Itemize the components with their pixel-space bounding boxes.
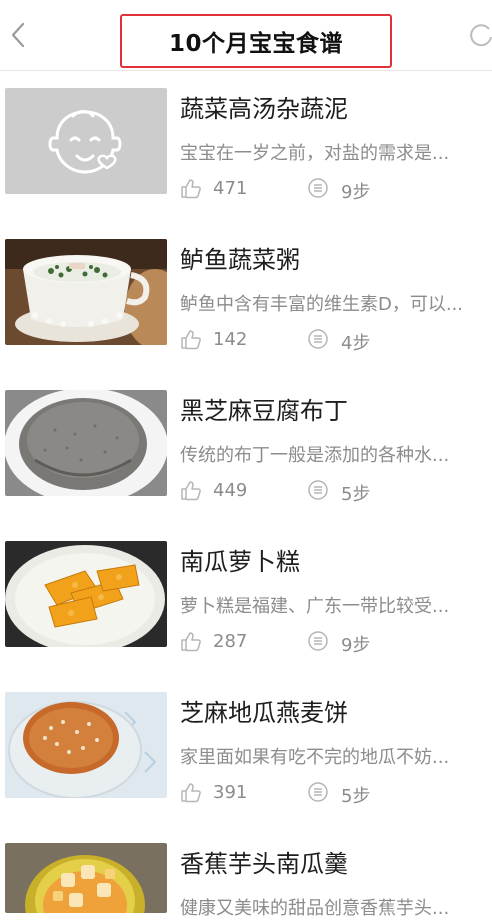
thumbs-up-icon	[181, 330, 201, 350]
refresh-icon[interactable]	[469, 23, 492, 47]
steps-count: 4步	[341, 333, 371, 354]
recipe-item[interactable]: 香蕉芋头南瓜羹 健康又美味的甜品创意香蕉芋头...	[0, 826, 492, 919]
recipe-item[interactable]: 黑芝麻豆腐布丁 传统的布丁一般是添加的各种水... 449 5步	[0, 373, 492, 524]
recipe-title: 蔬菜高汤杂蔬泥	[180, 95, 348, 123]
like-count: 142	[213, 329, 248, 350]
like-count: 391	[213, 782, 248, 803]
recipe-description: 宝宝在一岁之前，对盐的需求是...	[180, 143, 450, 164]
recipe-item[interactable]: 南瓜萝卜糕 萝卜糕是福建、广东一带比较受... 287 9步	[0, 524, 492, 675]
baby-face-icon	[5, 88, 167, 194]
recipe-title: 香蕉芋头南瓜羹	[180, 850, 348, 878]
recipe-image	[5, 390, 167, 496]
recipe-item[interactable]: 芝麻地瓜燕麦饼 家里面如果有吃不完的地瓜不妨... 391 5步	[0, 675, 492, 826]
thumbs-up-icon	[181, 783, 201, 803]
recipe-description: 健康又美味的甜品创意香蕉芋头...	[180, 898, 450, 919]
recipe-description: 鲈鱼中含有丰富的维生素D，可以...	[180, 294, 464, 315]
recipe-title: 芝麻地瓜燕麦饼	[180, 699, 348, 727]
steps-list-icon	[308, 782, 328, 802]
back-button[interactable]	[4, 20, 32, 50]
recipe-image	[5, 692, 167, 798]
steps-list-icon	[308, 329, 328, 349]
steps-count: 9步	[341, 635, 371, 656]
chevron-left-icon	[11, 22, 25, 48]
thumbs-up-icon	[181, 632, 201, 652]
recipe-item[interactable]: 蔬菜高汤杂蔬泥 宝宝在一岁之前，对盐的需求是... 471 9步	[0, 71, 492, 222]
thumbs-up-icon	[181, 481, 201, 501]
like-count: 471	[213, 178, 248, 199]
recipe-item[interactable]: 鲈鱼蔬菜粥 鲈鱼中含有丰富的维生素D，可以... 142 4步	[0, 222, 492, 373]
top-bar: 10个月宝宝食谱	[0, 0, 492, 71]
recipe-description: 萝卜糕是福建、广东一带比较受...	[180, 596, 450, 617]
recipe-description: 家里面如果有吃不完的地瓜不妨...	[180, 747, 450, 768]
steps-list-icon	[308, 631, 328, 651]
like-count: 287	[213, 631, 248, 652]
steps-count: 5步	[341, 786, 371, 807]
page-title-highlight: 10个月宝宝食谱	[120, 14, 392, 68]
recipe-title: 鲈鱼蔬菜粥	[180, 246, 300, 274]
steps-list-icon	[308, 480, 328, 500]
like-count: 449	[213, 480, 248, 501]
page-title: 10个月宝宝食谱	[168, 31, 343, 57]
recipe-image-placeholder	[5, 88, 167, 194]
steps-count: 5步	[341, 484, 371, 505]
recipe-image	[5, 239, 167, 345]
recipe-title: 黑芝麻豆腐布丁	[180, 397, 348, 425]
recipe-title: 南瓜萝卜糕	[180, 548, 300, 576]
recipe-description: 传统的布丁一般是添加的各种水...	[180, 445, 450, 466]
recipe-image	[5, 541, 167, 647]
thumbs-up-icon	[181, 179, 201, 199]
recipe-image	[5, 843, 167, 913]
steps-count: 9步	[341, 182, 371, 203]
steps-list-icon	[308, 178, 328, 198]
